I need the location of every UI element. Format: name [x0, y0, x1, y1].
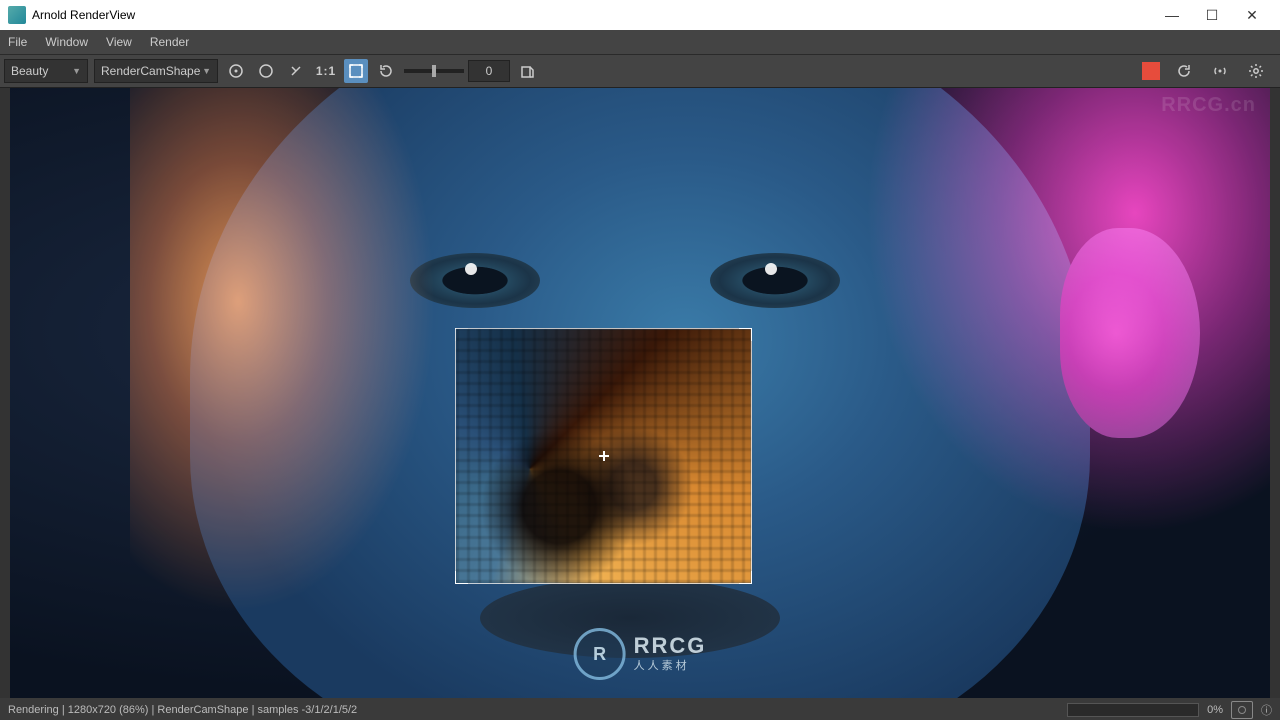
settings-button[interactable] — [1244, 59, 1268, 83]
refresh-icon — [1176, 63, 1192, 79]
render-region-box[interactable] — [455, 328, 752, 584]
warm-rim-light — [130, 88, 490, 698]
log-icon — [520, 63, 536, 79]
pink-rim-light — [820, 88, 1270, 588]
pin-icon — [288, 63, 304, 79]
crop-region-icon — [348, 63, 364, 79]
menu-render[interactable]: Render — [150, 35, 189, 49]
titlebar: Arnold RenderView — ☐ ✕ — [0, 0, 1280, 30]
watermark: R RRCG 人人素材 — [574, 628, 707, 680]
menubar: File Window View Render — [0, 30, 1280, 55]
menu-file[interactable]: File — [8, 35, 27, 49]
snapshot-camera-button[interactable] — [1231, 701, 1253, 719]
info-button[interactable]: ⓘ — [1261, 702, 1272, 718]
chevron-down-icon: ▼ — [72, 66, 81, 76]
progress-bar — [1067, 703, 1199, 717]
camera-dropdown[interactable]: RenderCamShape ▼ — [94, 59, 218, 83]
minimize-button[interactable]: — — [1152, 0, 1192, 30]
viewport[interactable]: R RRCG 人人素材 RRCG.cn — [0, 88, 1280, 698]
toolbar-right — [1142, 59, 1276, 83]
slider-thumb[interactable] — [432, 65, 436, 77]
watermark-badge: R — [574, 628, 626, 680]
toolbar: Beauty ▼ RenderCamShape ▼ 1:1 0 — [0, 55, 1280, 88]
exposure-value[interactable]: 0 — [468, 60, 510, 82]
crosshair-icon — [599, 451, 609, 461]
stop-render-button[interactable] — [1142, 62, 1160, 80]
corner-handle[interactable] — [739, 328, 752, 341]
render-region-button[interactable] — [344, 59, 368, 83]
gear-icon — [1248, 63, 1264, 79]
watermark-text: RRCG — [634, 635, 707, 657]
maximize-button[interactable]: ☐ — [1192, 0, 1232, 30]
refresh-render-button[interactable] — [374, 59, 398, 83]
aov-dropdown[interactable]: Beauty ▼ — [4, 59, 88, 83]
refresh-icon — [378, 63, 394, 79]
render-image: R RRCG 人人素材 RRCG.cn — [10, 88, 1270, 698]
app-logo-icon — [8, 6, 26, 24]
ipr-pause-button[interactable] — [1208, 59, 1232, 83]
rgb-channel-button[interactable] — [254, 59, 278, 83]
zoom-actual-button[interactable]: 1:1 — [314, 59, 338, 83]
corner-watermark: RRCG.cn — [1161, 94, 1256, 117]
statusbar: Rendering | 1280x720 (86%) | RenderCamSh… — [0, 698, 1280, 720]
isolate-select-button[interactable] — [224, 59, 248, 83]
chevron-down-icon: ▼ — [202, 66, 211, 76]
log-display-button[interactable] — [516, 59, 540, 83]
exposure-slider[interactable]: 0 — [404, 60, 510, 82]
corner-handle[interactable] — [455, 571, 468, 584]
camera-value: RenderCamShape — [101, 64, 200, 78]
ipr-refresh-button[interactable] — [1172, 59, 1196, 83]
menu-window[interactable]: Window — [45, 35, 88, 49]
slider-track[interactable] — [404, 69, 464, 73]
snapshot-button[interactable] — [284, 59, 308, 83]
rgb-icon — [258, 63, 274, 79]
close-button[interactable]: ✕ — [1232, 0, 1272, 30]
progress-percent: 0% — [1207, 704, 1223, 716]
menu-view[interactable]: View — [106, 35, 132, 49]
circle-dot-icon — [228, 63, 244, 79]
watermark-subtext: 人人素材 — [634, 657, 707, 673]
broadcast-icon — [1212, 63, 1228, 79]
window-title: Arnold RenderView — [32, 8, 1152, 22]
aov-value: Beauty — [11, 64, 48, 78]
status-text: Rendering | 1280x720 (86%) | RenderCamSh… — [8, 704, 357, 716]
